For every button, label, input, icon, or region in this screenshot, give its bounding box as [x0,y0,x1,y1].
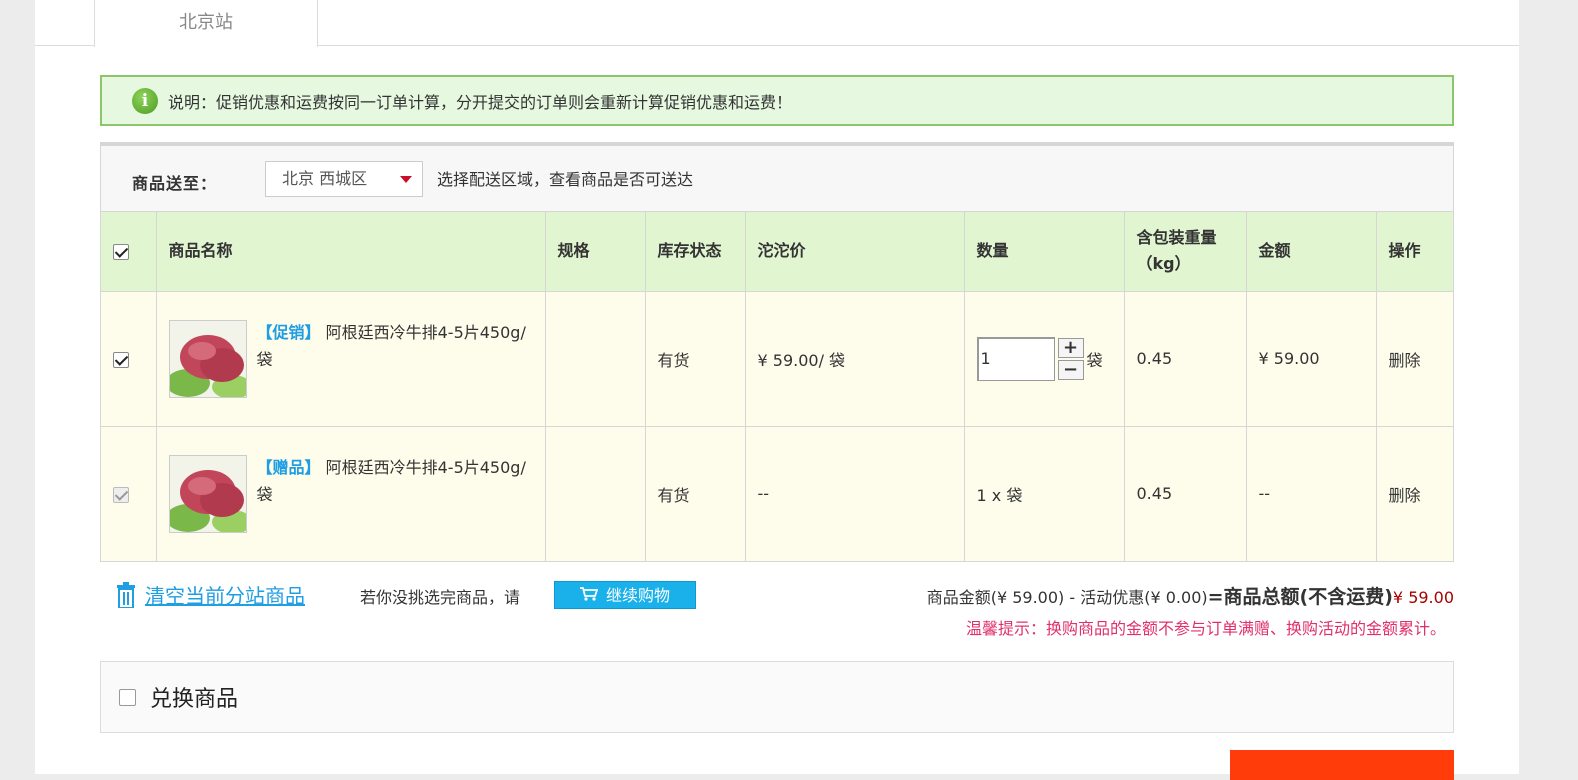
trash-icon [117,581,135,609]
header-qty: 数量 [964,212,1125,292]
qty-cell: 1 x 袋 [964,426,1125,561]
header-spec: 规格 [545,212,646,292]
spec-cell [545,426,646,561]
item-checkbox [113,486,129,503]
product-thumbnail[interactable] [168,319,247,398]
header-name: 商品名称 [156,212,546,292]
station-tabbar: 北京站 [35,0,1519,47]
discount-amount: 活动优惠(¥ 0.00) [1080,588,1208,607]
clear-station-label: 清空当前分站商品 [145,584,305,608]
table-row: 【赠品】 阿根廷西冷牛排4-5片450g/袋 有货 -- 1 x 袋 0.45 … [101,426,1453,561]
goods-amount: 商品金额(¥ 59.00) [926,588,1065,607]
clear-station-button[interactable]: 清空当前分站商品 [117,580,305,609]
continue-shopping-label: 继续购物 [605,586,670,605]
checkout-button[interactable] [1230,750,1454,780]
promo-tag: 【促销】 [256,322,321,342]
exchange-section: 兑换商品 [100,661,1454,733]
region-select[interactable]: 北京 西城区 [265,161,423,197]
delete-link[interactable]: 删除 [1389,486,1421,505]
stock-cell: 有货 [645,291,746,427]
amount-cell: -- [1246,426,1377,561]
select-all-checkbox[interactable] [113,243,129,260]
info-icon: i [132,87,158,114]
chevron-down-icon [400,176,412,183]
exchange-checkbox[interactable] [119,688,136,706]
stock-cell: 有货 [645,426,746,561]
continue-shopping-button[interactable]: 继续购物 [554,581,696,609]
cart-page: 北京站 i 说明：促销优惠和运费按同一订单计算，分开提交的订单则会重新计算促销优… [35,0,1519,780]
region-value: 北京 西城区 [282,169,368,188]
order-summary: 商品金额(¥ 59.00) - 活动优惠(¥ 0.00)=商品总额(不含运费)¥… [926,586,1454,608]
minus-icon[interactable]: − [1057,359,1084,380]
cart-items: 商品名称 规格 库存状态 沱沱价 数量 含包装重量（kg） 金额 操作 【促销】… [101,212,1453,561]
table-header: 商品名称 规格 库存状态 沱沱价 数量 含包装重量（kg） 金额 操作 [101,212,1453,292]
ship-to-label: 商品送至： [132,174,218,193]
shipping-bar: 商品送至： 北京 西城区 选择配送区域，查看商品是否可送达 [101,146,1453,212]
qty-unit: 袋 [1086,350,1103,370]
quantity-input[interactable]: 1 [976,336,1055,381]
continue-hint: 若你没挑选完商品，请 [360,588,521,607]
header-stock: 库存状态 [645,212,746,292]
delete-link[interactable]: 删除 [1389,351,1421,370]
total-amount: ¥ 59.00 [1392,588,1454,607]
amount-cell: ¥ 59.00 [1246,291,1377,427]
notice-text: 说明：促销优惠和运费按同一订单计算，分开提交的订单则会重新计算促销优惠和运费！ [168,92,793,112]
cart-table: 商品送至： 北京 西城区 选择配送区域，查看商品是否可送达 商品名称 规格 库存… [100,142,1454,562]
notice-banner: i 说明：促销优惠和运费按同一订单计算，分开提交的订单则会重新计算促销优惠和运费… [100,75,1454,126]
cart-footer: 清空当前分站商品 若你没挑选完商品，请 继续购物 商品金额(¥ 59.00) -… [100,578,1454,638]
price-cell: ¥ 59.00/ 袋 [745,291,965,427]
header-price: 沱沱价 [745,212,965,292]
item-checkbox[interactable] [113,351,129,368]
tab-beijing-station[interactable]: 北京站 [94,0,318,47]
ship-hint: 选择配送区域，查看商品是否可送达 [437,170,694,189]
total-label: 商品总额(不含运费) [1223,586,1393,608]
exchange-label: 兑换商品 [150,687,239,712]
weight-cell: 0.45 [1124,426,1247,561]
price-cell: -- [745,426,965,561]
plus-icon[interactable]: + [1057,337,1084,358]
header-action: 操作 [1376,212,1453,292]
cart-icon [579,582,599,610]
header-amount: 金额 [1246,212,1377,292]
spec-cell [545,291,646,427]
product-thumbnail[interactable] [168,454,247,533]
header-weight: 含包装重量（kg） [1124,212,1247,292]
weight-cell: 0.45 [1124,291,1247,427]
gift-tag: 【赠品】 [256,457,321,477]
warm-tip: 温馨提示：换购商品的金额不参与订单满赠、换购活动的金额累计。 [965,619,1446,638]
table-row: 【促销】 阿根廷西冷牛排4-5片450g/袋 有货 ¥ 59.00/ 袋 1 + [101,291,1453,427]
